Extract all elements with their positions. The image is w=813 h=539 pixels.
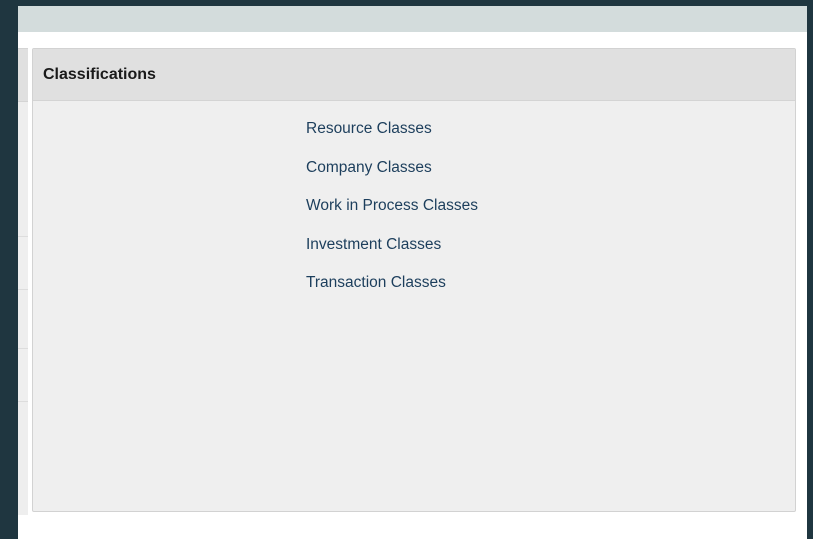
classifications-panel: Classifications Resource Classes Company…: [32, 48, 796, 512]
list-item: Work in Process Classes: [306, 196, 478, 235]
left-panel-row[interactable]: [18, 236, 28, 290]
company-classes-link[interactable]: Company Classes: [306, 159, 432, 176]
panel-title: Classifications: [43, 65, 156, 83]
left-panel-edge: [18, 48, 28, 515]
classification-links-list: Resource Classes Company Classes Work in…: [306, 119, 478, 312]
list-item: Company Classes: [306, 158, 478, 197]
left-panel-row[interactable]: [18, 348, 28, 402]
list-item: Resource Classes: [306, 119, 478, 158]
page-viewport: Classifications Resource Classes Company…: [18, 6, 807, 539]
panel-header: Classifications: [33, 49, 795, 101]
top-header-bar: [18, 6, 807, 32]
list-item: Transaction Classes: [306, 273, 478, 312]
list-item: Investment Classes: [306, 235, 478, 274]
resource-classes-link[interactable]: Resource Classes: [306, 120, 432, 137]
left-panel-header: [18, 48, 28, 102]
investment-classes-link[interactable]: Investment Classes: [306, 236, 441, 253]
transaction-classes-link[interactable]: Transaction Classes: [306, 274, 446, 291]
work-in-process-classes-link[interactable]: Work in Process Classes: [306, 197, 478, 214]
